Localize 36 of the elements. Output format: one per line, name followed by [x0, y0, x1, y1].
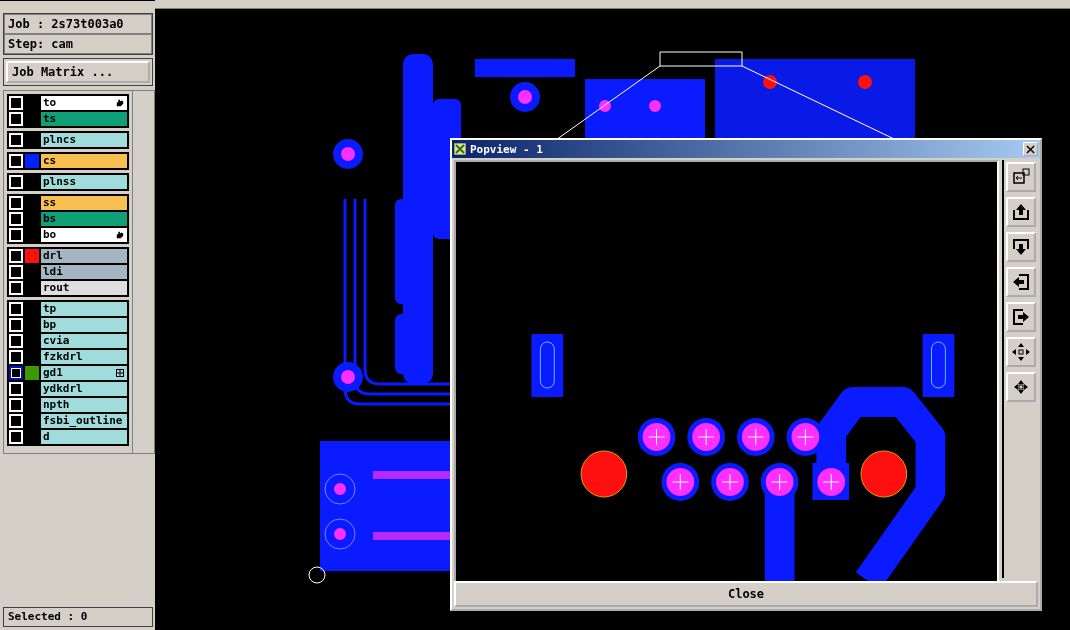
layer-name[interactable]: plnss — [41, 175, 127, 189]
right-tool-icon[interactable] — [1006, 302, 1036, 332]
layer-name[interactable]: d — [41, 430, 127, 444]
layer-name[interactable]: bp — [41, 318, 127, 332]
close-icon[interactable] — [1023, 142, 1038, 156]
layer-name[interactable]: cs — [41, 154, 127, 168]
layer-name[interactable]: fzkdrl — [41, 350, 127, 364]
layer-name[interactable]: ts — [41, 112, 127, 126]
layer-name[interactable]: plncs — [41, 133, 127, 147]
layer-name[interactable]: ydkdrl — [41, 382, 127, 396]
down-tool-icon[interactable] — [1006, 232, 1036, 262]
layer-name[interactable]: tp — [41, 302, 127, 316]
close-button[interactable]: Close — [454, 581, 1038, 607]
layer-name[interactable]: bo — [41, 228, 127, 242]
job-name: Job : 2s73t003a0 — [4, 14, 152, 34]
x-logo-icon — [454, 143, 466, 155]
job-matrix-button[interactable]: Job Matrix ... — [6, 61, 150, 83]
layer-checkbox[interactable] — [9, 366, 23, 380]
layer-name[interactable]: bs — [41, 212, 127, 226]
window-title: Popview - 1 — [470, 142, 544, 156]
step-name: Step: cam — [4, 34, 152, 54]
selection-status: Selected : 0 — [3, 607, 153, 627]
up-tool-icon[interactable] — [1006, 197, 1036, 227]
fit-tool-icon[interactable] — [1006, 162, 1036, 192]
layer-name[interactable]: ldi — [41, 265, 127, 279]
layer-name[interactable]: fsbi_outline — [41, 414, 127, 428]
layer-name[interactable]: rout — [41, 281, 127, 295]
layer-name[interactable]: ss — [41, 196, 127, 210]
layer-name[interactable]: drl — [41, 249, 127, 263]
layer-name[interactable]: to — [41, 96, 127, 110]
left-tool-icon[interactable] — [1006, 267, 1036, 297]
layer-name[interactable]: npth — [41, 398, 127, 412]
layer-name[interactable]: gd1 — [41, 366, 127, 380]
layer-name[interactable]: cvia — [41, 334, 127, 348]
zoom-in-tool-icon[interactable] — [1006, 337, 1036, 367]
zoom-out-tool-icon[interactable] — [1006, 372, 1036, 402]
